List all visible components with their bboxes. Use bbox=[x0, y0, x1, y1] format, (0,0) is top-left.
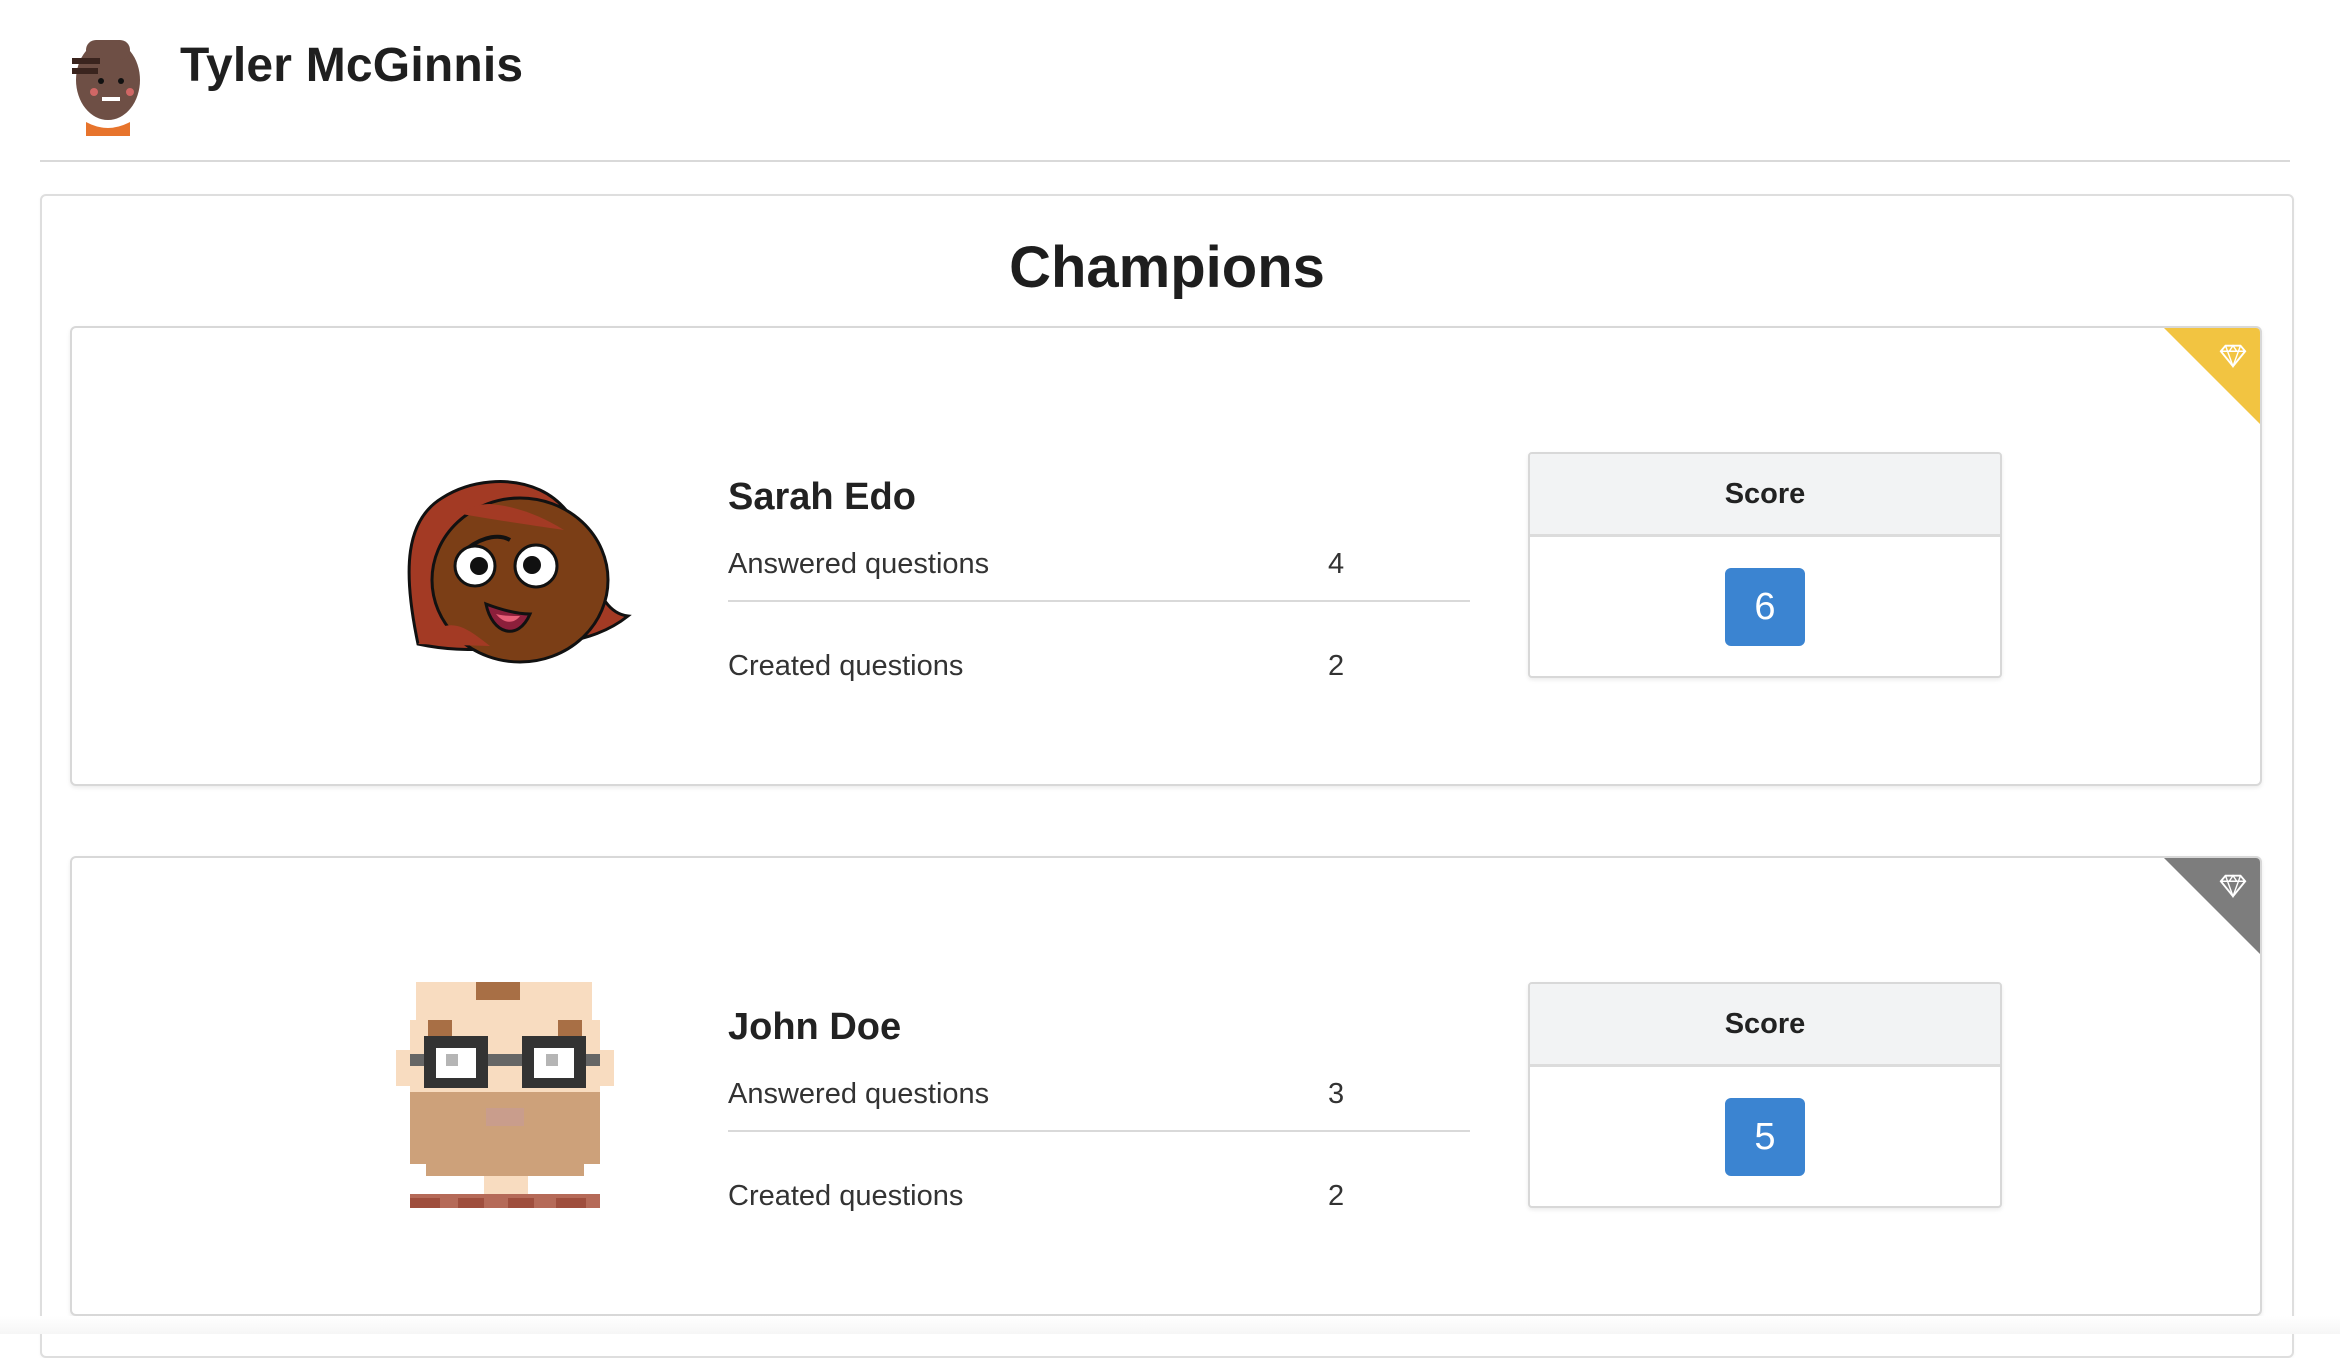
answered-questions-value: 3 bbox=[1328, 1078, 1345, 1110]
player-avatar-icon bbox=[407, 480, 632, 664]
player-avatar-icon bbox=[394, 980, 620, 1208]
score-box: Score 6 bbox=[1528, 452, 2002, 678]
score-label: Score bbox=[1530, 454, 2000, 537]
champion-card: John Doe Answered questions 3 Created qu… bbox=[70, 856, 2262, 1316]
diamond-icon bbox=[2219, 344, 2247, 369]
score-badge: 6 bbox=[1725, 568, 1805, 646]
score-badge: 5 bbox=[1725, 1098, 1805, 1176]
diamond-icon bbox=[2219, 874, 2247, 899]
created-questions-row: Created questions 2 bbox=[728, 638, 1470, 702]
answered-questions-value: 4 bbox=[1328, 548, 1345, 580]
player-name: Sarah Edo bbox=[728, 476, 916, 518]
score-label: Score bbox=[1530, 984, 2000, 1067]
champion-card: Sarah Edo Answered questions 4 Created q… bbox=[70, 326, 2262, 786]
player-name: John Doe bbox=[728, 1006, 902, 1048]
page-bottom-fade bbox=[0, 1316, 2340, 1334]
answered-questions-row: Answered questions 3 bbox=[728, 1066, 1470, 1132]
created-questions-row: Created questions 2 bbox=[728, 1168, 1470, 1232]
top-bar: Tyler McGinnis bbox=[40, 0, 2290, 162]
user-avatar-icon bbox=[72, 40, 140, 136]
created-questions-label: Created questions bbox=[728, 650, 964, 682]
answered-questions-row: Answered questions 4 bbox=[728, 536, 1470, 602]
champions-panel: Champions Sarah Edo Answered questions 4 bbox=[40, 194, 2294, 1358]
user-name: Tyler McGinnis bbox=[180, 39, 524, 92]
answered-questions-label: Answered questions bbox=[728, 1078, 990, 1110]
created-questions-value: 2 bbox=[1328, 650, 1345, 682]
page-title: Champions bbox=[1009, 235, 1325, 300]
created-questions-value: 2 bbox=[1328, 1180, 1345, 1212]
score-box: Score 5 bbox=[1528, 982, 2002, 1208]
created-questions-label: Created questions bbox=[728, 1180, 964, 1212]
answered-questions-label: Answered questions bbox=[728, 548, 990, 580]
